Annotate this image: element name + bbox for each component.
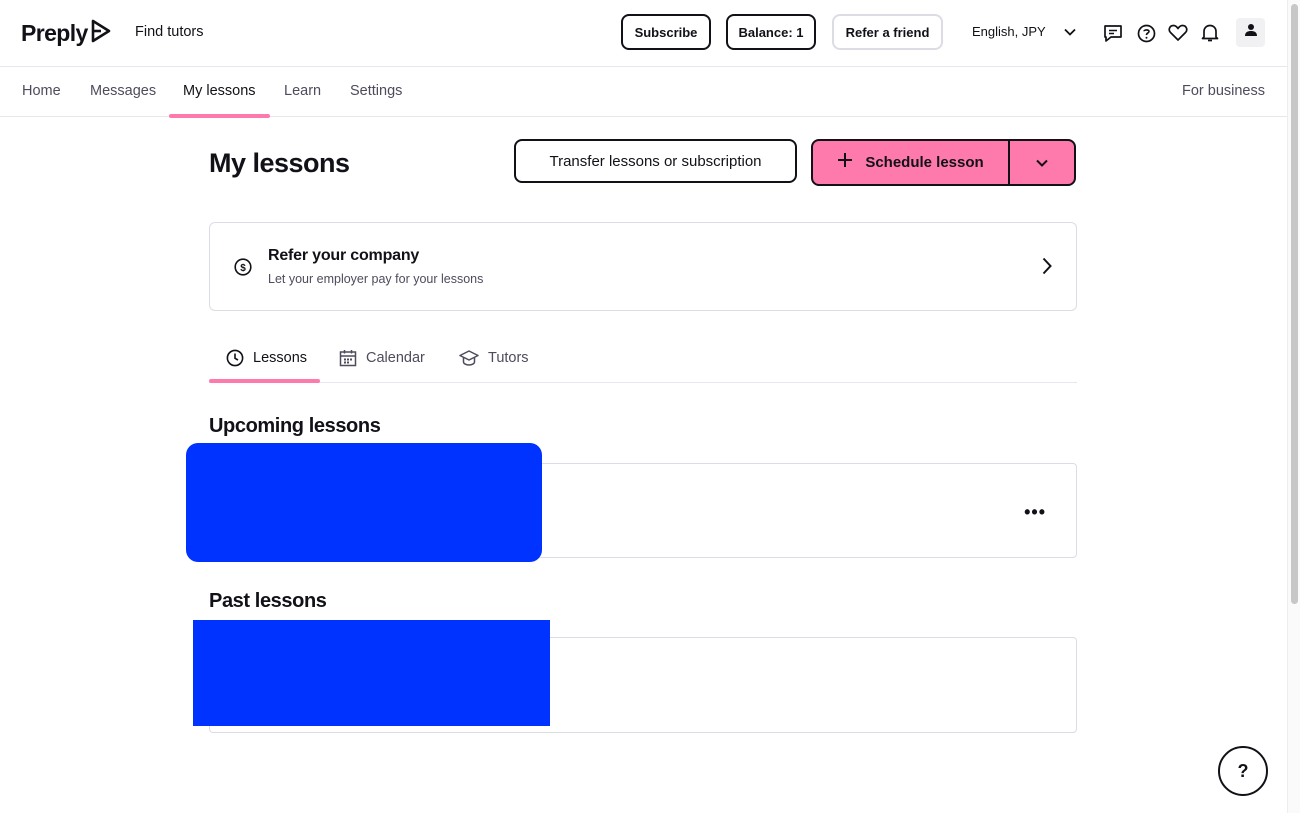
svg-text:$: $ <box>240 263 246 274</box>
tab-tutors-label: Tutors <box>488 350 529 366</box>
calendar-icon <box>339 349 357 367</box>
tab-calendar[interactable]: Calendar <box>339 349 425 367</box>
subscribe-button[interactable]: Subscribe <box>621 14 711 50</box>
nav-item-learn[interactable]: Learn <box>284 83 321 99</box>
language-currency-label: English, JPY <box>972 24 1046 39</box>
chevron-right-icon <box>1042 257 1052 280</box>
schedule-options-dropdown[interactable] <box>1010 141 1074 184</box>
transfer-lessons-button[interactable]: Transfer lessons or subscription <box>514 139 797 183</box>
refer-company-card[interactable]: $ Refer your company Let your employer p… <box>209 222 1077 311</box>
balance-button[interactable]: Balance: 1 <box>726 14 816 50</box>
profile-avatar[interactable] <box>1236 18 1265 47</box>
graduation-cap-icon <box>459 349 479 367</box>
tab-lessons[interactable]: Lessons <box>226 349 307 367</box>
chevron-down-icon <box>1036 154 1048 172</box>
question-circle-icon[interactable] <box>1135 22 1157 44</box>
upcoming-lessons-title: Upcoming lessons <box>209 415 381 437</box>
main-nav: Home Messages My lessons Learn Settings … <box>0 66 1287 118</box>
more-options-button[interactable]: ••• <box>1024 502 1046 523</box>
chat-bubble-icon[interactable] <box>1102 22 1124 44</box>
schedule-lesson-button-group: Schedule lesson <box>811 139 1076 186</box>
logo-text: Preply <box>21 20 88 46</box>
tab-active-indicator <box>209 379 320 383</box>
tab-calendar-label: Calendar <box>366 350 425 366</box>
refer-company-subtitle: Let your employer pay for your lessons <box>268 272 484 286</box>
redacted-region <box>186 443 542 562</box>
dollar-coin-icon: $ <box>234 258 252 281</box>
nav-active-indicator <box>169 114 270 118</box>
top-header: Preply Find tutors Subscribe Balance: 1 … <box>0 0 1287 66</box>
redacted-region <box>193 620 550 726</box>
tab-tutors[interactable]: Tutors <box>459 349 529 367</box>
page-scrollbar[interactable] <box>1287 0 1300 813</box>
for-business-link[interactable]: For business <box>1182 83 1265 99</box>
help-button[interactable]: ? <box>1218 746 1268 796</box>
tab-lessons-label: Lessons <box>253 350 308 366</box>
schedule-lesson-button[interactable]: Schedule lesson <box>813 141 1010 184</box>
nav-item-messages[interactable]: Messages <box>90 83 156 99</box>
language-currency-selector[interactable]: English, JPY <box>972 24 1076 39</box>
refer-friend-button[interactable]: Refer a friend <box>832 14 943 50</box>
logo-mark-icon <box>90 18 112 49</box>
nav-item-settings[interactable]: Settings <box>350 83 402 99</box>
preply-logo[interactable]: Preply <box>21 18 112 49</box>
schedule-lesson-label: Schedule lesson <box>865 154 984 171</box>
refer-company-title: Refer your company <box>268 247 420 264</box>
scrollbar-thumb[interactable] <box>1291 4 1298 604</box>
past-lessons-title: Past lessons <box>209 590 327 612</box>
nav-item-my-lessons[interactable]: My lessons <box>183 83 256 99</box>
bell-icon[interactable] <box>1199 22 1221 44</box>
user-icon <box>1244 23 1258 42</box>
clock-icon <box>226 349 244 367</box>
find-tutors-link[interactable]: Find tutors <box>135 24 204 40</box>
heart-icon[interactable] <box>1167 22 1189 44</box>
plus-icon <box>837 152 853 173</box>
chevron-down-icon <box>1064 24 1076 39</box>
lessons-tabs: Lessons Calendar Tutors <box>209 340 1077 383</box>
page-title: My lessons <box>209 148 350 178</box>
nav-item-home[interactable]: Home <box>22 83 61 99</box>
